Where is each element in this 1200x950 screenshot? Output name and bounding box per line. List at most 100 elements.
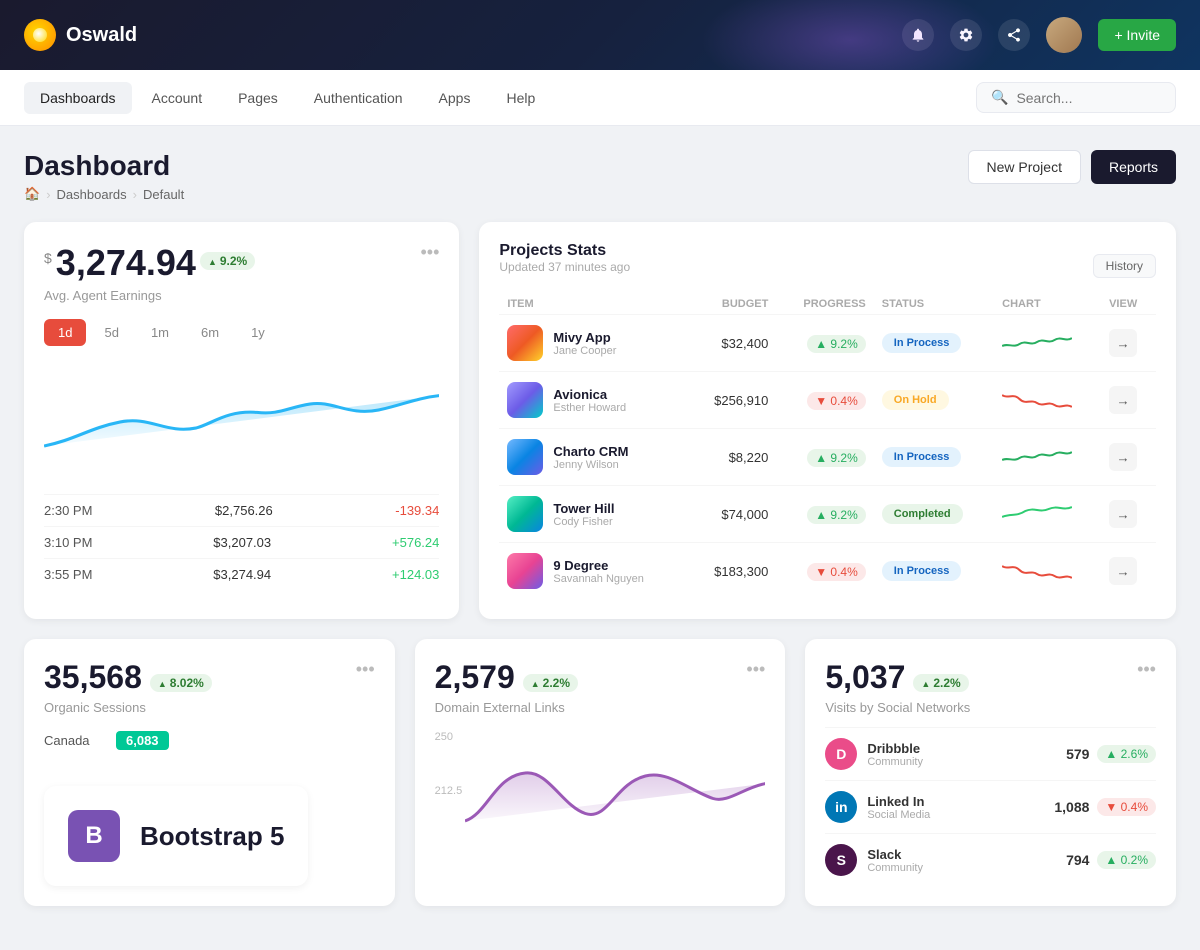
new-project-button[interactable]: New Project	[968, 150, 1081, 184]
period-1d[interactable]: 1d	[44, 319, 86, 346]
project-name: Tower Hill	[553, 501, 614, 516]
breadcrumb-dashboards[interactable]: Dashboards	[57, 187, 127, 202]
search-area: 🔍	[976, 82, 1176, 113]
time-1: 2:30 PM	[44, 503, 92, 518]
project-name: Mivy App	[553, 330, 616, 345]
breadcrumb-home-icon: 🏠	[24, 186, 40, 202]
chart-max-label: 250	[435, 731, 453, 743]
project-view[interactable]: →	[1101, 486, 1156, 543]
avatar[interactable]	[1046, 17, 1082, 53]
social-left: S Slack Community	[825, 844, 923, 876]
table-row: Tower Hill Cody Fisher $74,000 ▲ 9.2% Co…	[499, 486, 1156, 543]
bootstrap-card: B Bootstrap 5	[44, 786, 308, 886]
projects-subtitle: Updated 37 minutes ago	[499, 260, 630, 274]
view-button[interactable]: →	[1109, 557, 1137, 585]
nav-pages[interactable]: Pages	[222, 82, 294, 114]
logo-area: Oswald	[24, 19, 902, 51]
nav-dashboards[interactable]: Dashboards	[24, 82, 132, 114]
project-view[interactable]: →	[1101, 429, 1156, 486]
social-icon: in	[825, 791, 857, 823]
amount-1: $2,756.26	[215, 503, 273, 518]
view-button[interactable]: →	[1109, 443, 1137, 471]
project-person: Jenny Wilson	[553, 459, 628, 471]
nav-apps[interactable]: Apps	[423, 82, 487, 114]
view-button[interactable]: →	[1109, 500, 1137, 528]
dollar-sign: $	[44, 250, 52, 266]
period-5d[interactable]: 5d	[90, 319, 132, 346]
nav-help[interactable]: Help	[490, 82, 551, 114]
mini-chart	[1002, 499, 1093, 529]
organic-badge: 8.02%	[150, 674, 212, 692]
item-cell: 9 Degree Savannah Nguyen	[507, 553, 681, 589]
social-icon: S	[825, 844, 857, 876]
time-entry-3: 3:55 PM $3,274.94 +124.03	[44, 558, 439, 590]
status-badge: In Process	[882, 447, 962, 467]
more-options-icon[interactable]: •••	[420, 242, 439, 263]
settings-icon[interactable]	[950, 19, 982, 51]
page-title: Dashboard	[24, 150, 184, 182]
project-info: Charto CRM Jenny Wilson	[553, 444, 628, 471]
social-more-icon[interactable]: •••	[1137, 659, 1156, 680]
breadcrumb-default[interactable]: Default	[143, 187, 184, 202]
period-tabs: 1d 5d 1m 6m 1y	[44, 319, 439, 346]
period-6m[interactable]: 6m	[187, 319, 233, 346]
reports-button[interactable]: Reports	[1091, 150, 1176, 184]
amount-3: $3,274.94	[213, 567, 271, 582]
nav-authentication[interactable]: Authentication	[298, 82, 419, 114]
organic-more-icon[interactable]: •••	[356, 659, 375, 680]
page-header: Dashboard 🏠 › Dashboards › Default New P…	[24, 150, 1176, 202]
domain-label: Domain External Links	[435, 700, 578, 715]
social-left: D Dribbble Community	[825, 738, 923, 770]
table-row: 9 Degree Savannah Nguyen $183,300 ▼ 0.4%…	[499, 543, 1156, 600]
main-content: Dashboard 🏠 › Dashboards › Default New P…	[0, 126, 1200, 950]
social-type: Community	[867, 756, 923, 768]
project-budget: $183,300	[689, 543, 776, 600]
social-value: 5,037	[825, 659, 905, 696]
project-progress: ▼ 0.4%	[776, 543, 873, 600]
view-button[interactable]: →	[1109, 386, 1137, 414]
project-chart	[994, 429, 1101, 486]
projects-title: Projects Stats	[499, 242, 630, 260]
project-progress: ▲ 9.2%	[776, 429, 873, 486]
period-1m[interactable]: 1m	[137, 319, 183, 346]
history-button[interactable]: History	[1093, 254, 1156, 278]
organic-sessions-card: 35,568 8.02% Organic Sessions ••• Canada…	[24, 639, 395, 906]
project-view[interactable]: →	[1101, 315, 1156, 372]
project-view[interactable]: →	[1101, 372, 1156, 429]
project-status: On Hold	[874, 372, 994, 429]
progress-badge: ▼ 0.4%	[807, 392, 866, 410]
view-button[interactable]: →	[1109, 329, 1137, 357]
project-info: Mivy App Jane Cooper	[553, 330, 616, 357]
mini-chart	[1002, 442, 1093, 472]
social-change: ▲ 0.2%	[1097, 851, 1156, 869]
progress-badge: ▲ 9.2%	[807, 506, 866, 524]
share-icon[interactable]	[998, 19, 1030, 51]
domain-badge: 2.2%	[523, 674, 578, 692]
mini-chart	[1002, 385, 1093, 415]
project-icon	[507, 325, 543, 361]
project-view[interactable]: →	[1101, 543, 1156, 600]
main-grid-row1: $ 3,274.94 9.2% Avg. Agent Earnings ••• …	[24, 222, 1176, 619]
time-entry-1: 2:30 PM $2,756.26 -139.34	[44, 494, 439, 526]
topbar-actions: + Invite	[902, 17, 1176, 53]
project-progress: ▲ 9.2%	[776, 486, 873, 543]
country-row: Canada 6,083	[44, 731, 375, 750]
invite-button[interactable]: + Invite	[1098, 19, 1176, 51]
project-progress: ▼ 0.4%	[776, 372, 873, 429]
notifications-icon[interactable]	[902, 19, 934, 51]
col-chart: CHART	[994, 294, 1101, 315]
domain-more-icon[interactable]: •••	[746, 659, 765, 680]
nav-account[interactable]: Account	[136, 82, 219, 114]
social-info: Linked In Social Media	[867, 794, 930, 821]
social-label: Visits by Social Networks	[825, 700, 970, 715]
project-progress: ▲ 9.2%	[776, 315, 873, 372]
domain-links-card: 2,579 2.2% Domain External Links ••• 250…	[415, 639, 786, 906]
nav-items: Dashboards Account Pages Authentication …	[24, 82, 968, 114]
project-person: Savannah Nguyen	[553, 573, 644, 585]
item-cell: Avionica Esther Howard	[507, 382, 681, 418]
progress-badge: ▼ 0.4%	[807, 563, 866, 581]
period-1y[interactable]: 1y	[237, 319, 279, 346]
project-name: Avionica	[553, 387, 626, 402]
search-input[interactable]	[1016, 90, 1156, 106]
time-entries: 2:30 PM $2,756.26 -139.34 3:10 PM $3,207…	[44, 494, 439, 590]
